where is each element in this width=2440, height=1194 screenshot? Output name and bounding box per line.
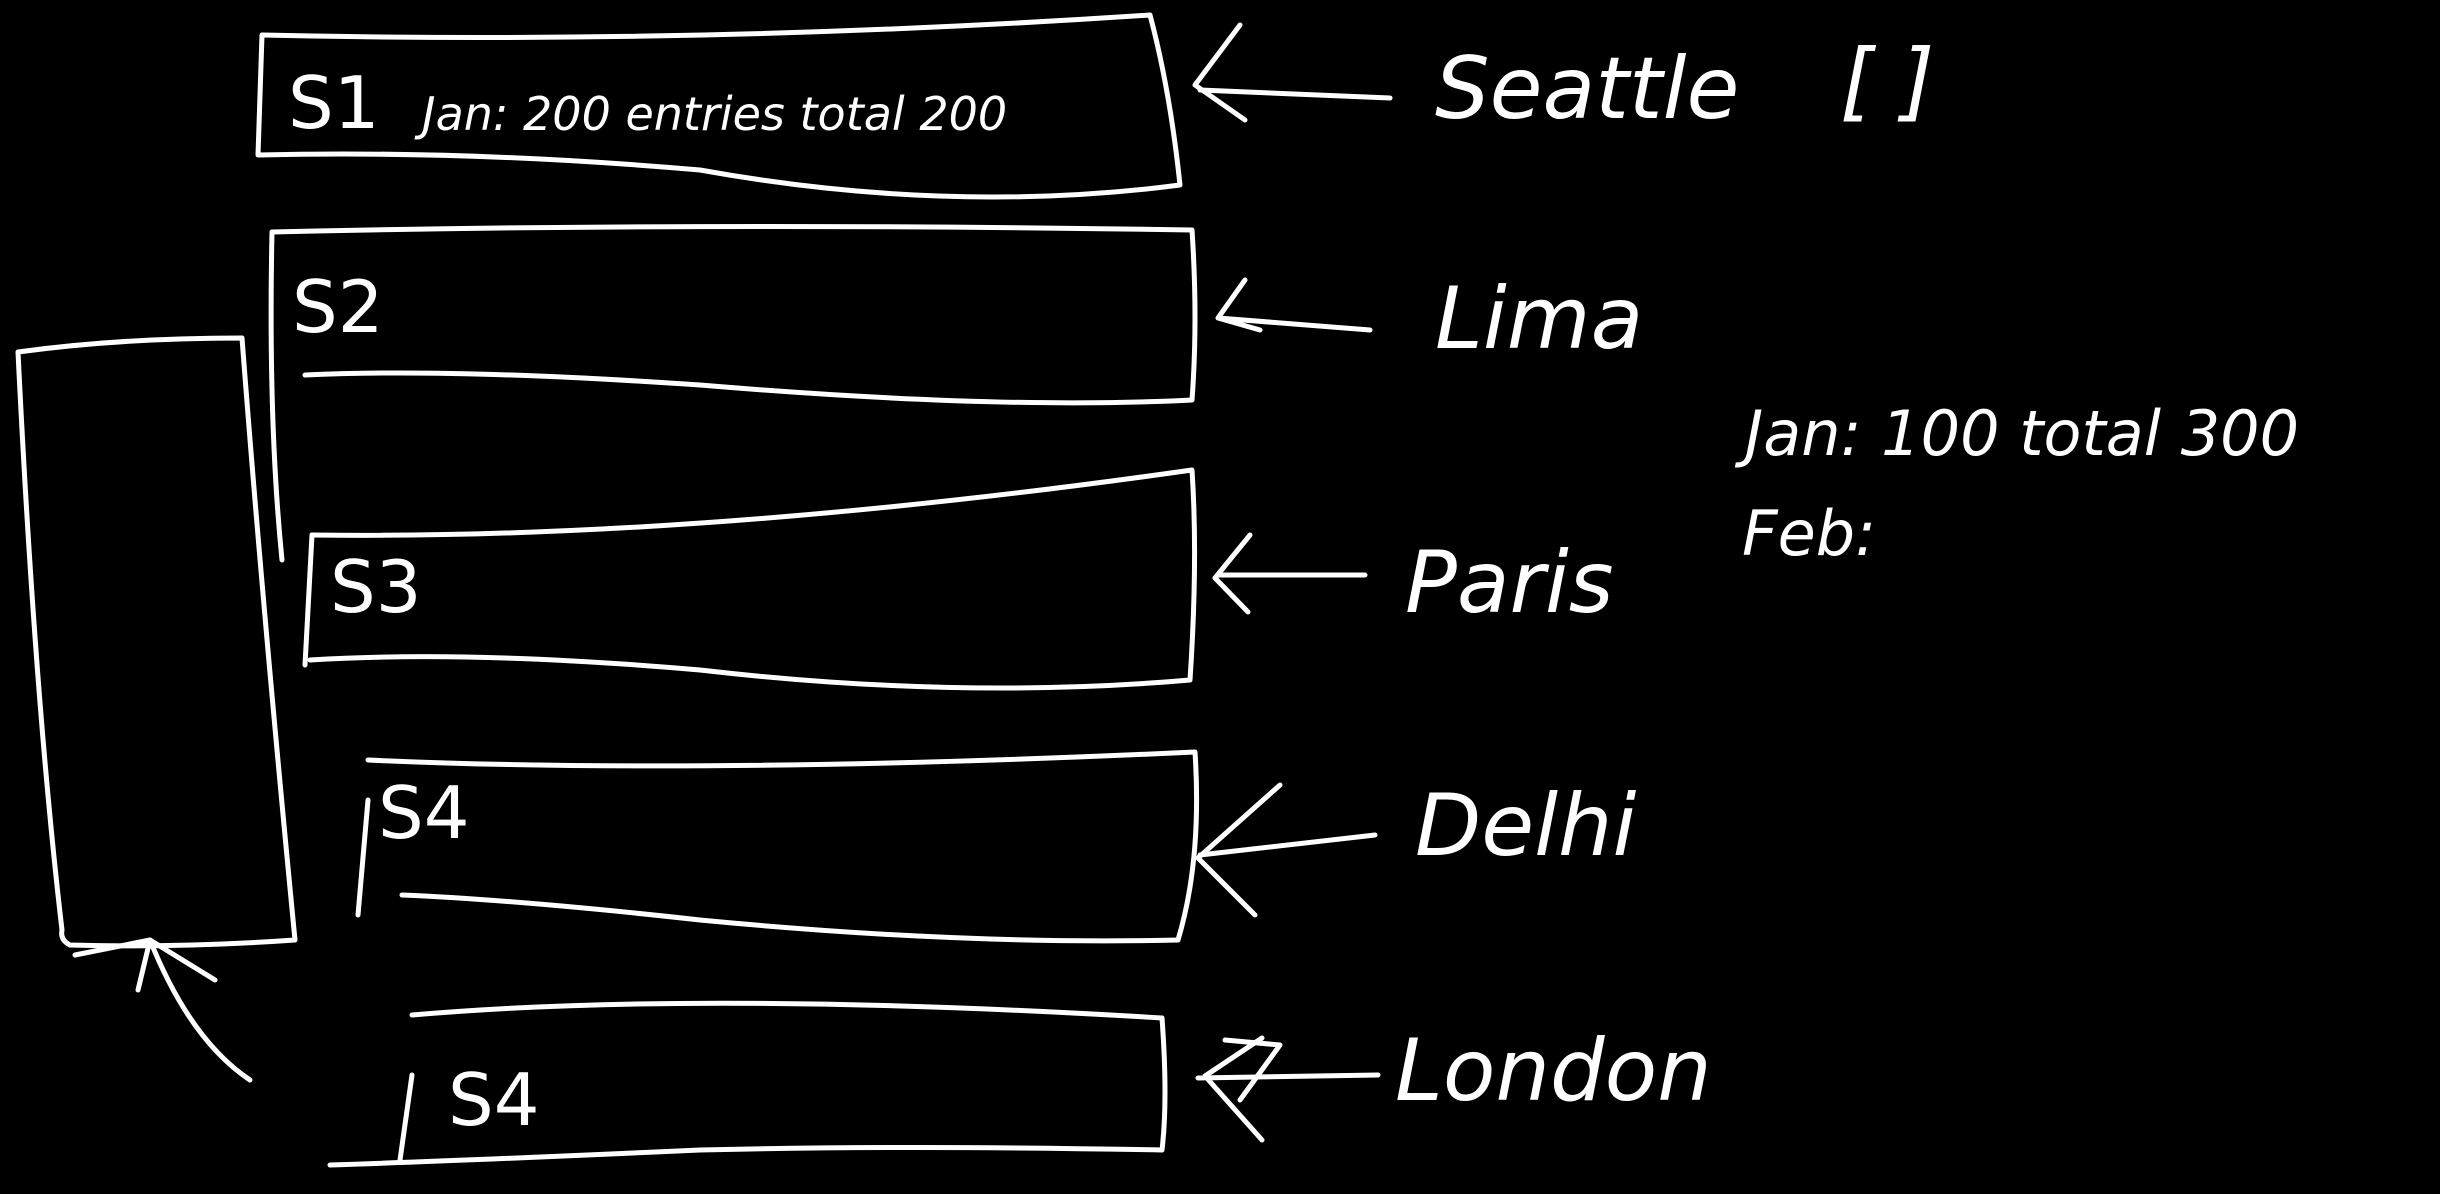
shard-label-s4b: S4 [448, 1058, 540, 1142]
row-left-stroke-s2 [268, 229, 285, 563]
shard-box-s2 [269, 223, 1198, 406]
shard-note-s1: Jan: 200 entries total 200 [414, 87, 1007, 141]
row-left-stroke-s4b [397, 1072, 415, 1163]
left-group-box [15, 335, 298, 949]
city-delhi: Delhi [1415, 776, 1637, 876]
row-left-stroke-s3 [302, 532, 315, 668]
left-arrow [147, 937, 253, 1083]
arrow-delhi [1195, 782, 1378, 918]
shard-box-s4 [365, 749, 1200, 944]
side-note-line2: Feb: [1742, 497, 1876, 570]
side-note-line1: Jan: 100 total 300 [1734, 397, 2299, 470]
shard-label-s1: S1 [288, 61, 380, 145]
cross-mark-london [1222, 1037, 1283, 1103]
shard-label-s4: S4 [378, 771, 470, 855]
row-left-stroke-s4 [355, 797, 371, 918]
city-lima: Lima [1435, 269, 1643, 369]
arrow-lima [1215, 277, 1373, 333]
arrow-paris [1212, 532, 1368, 615]
shard-label-s2: S2 [292, 265, 384, 349]
whiteboard-diagram: S1 Jan: 200 entries total 200 S2 S3 S4 S… [15, 12, 2299, 1168]
city-london: London [1395, 1021, 1712, 1121]
arrow-seattle [1192, 22, 1393, 123]
city-paris: Paris [1405, 533, 1614, 633]
arrow-london [1195, 1035, 1381, 1143]
seattle-brackets: [ ] [1840, 31, 1934, 131]
city-seattle: Seattle [1435, 39, 1739, 139]
shard-label-s3: S3 [330, 545, 422, 629]
shard-box-s3 [307, 467, 1198, 691]
